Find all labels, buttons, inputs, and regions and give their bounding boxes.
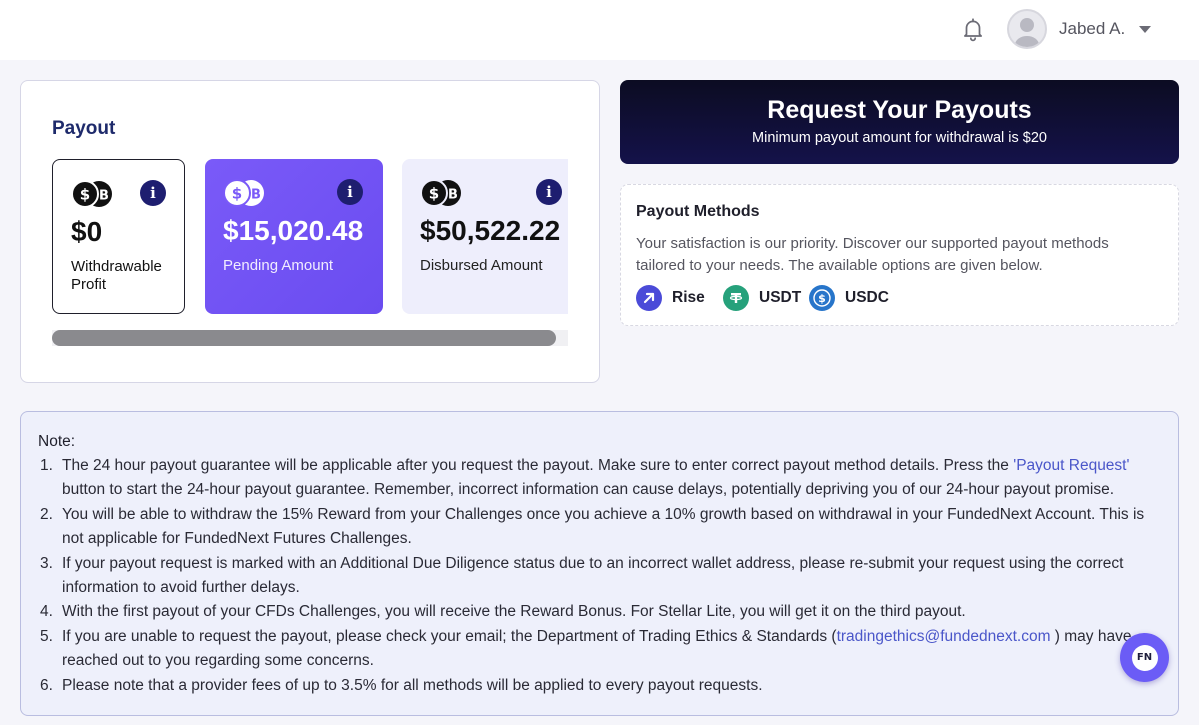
svg-text:$: $ [818, 292, 826, 305]
note-item: 1. The 24 hour payout guarantee will be … [40, 457, 1130, 499]
method-rise[interactable]: Rise [636, 285, 705, 311]
note-item: 5. If you are unable to request the payo… [40, 627, 1132, 670]
pending-amount-card: $ B i $15,020.48 Pending Amount [205, 159, 383, 314]
svg-text:B: B [448, 188, 458, 203]
payout-methods-card: Payout Methods Your satisfaction is our … [620, 184, 1179, 326]
payout-request-link[interactable]: 'Payout Request' [1013, 457, 1129, 474]
notes-list: 1. The 24 hour payout guarantee will be … [38, 454, 1163, 698]
disbursed-amount-value: $50,522.22 [420, 215, 561, 246]
disbursed-amount-card: $ B i $50,522.22 Disbursed Amount [402, 159, 568, 314]
pending-amount-value: $15,020.48 [223, 215, 364, 246]
top-bar: Jabed A. [0, 0, 1199, 60]
notes-title: Note: [38, 433, 76, 450]
scrollbar-thumb[interactable] [52, 330, 556, 346]
user-menu[interactable]: Jabed A. [1007, 9, 1152, 49]
svg-text:$: $ [429, 185, 439, 203]
chat-widget-button[interactable]: FN [1120, 633, 1169, 682]
info-icon[interactable]: i [337, 179, 363, 205]
request-payouts-banner: Request Your Payouts Minimum payout amou… [620, 80, 1179, 164]
svg-text:$: $ [232, 185, 242, 203]
note-item: 6. Please note that a provider fees of u… [40, 676, 763, 694]
payout-title: Payout [52, 118, 116, 139]
withdrawable-profit-card: $ B i $0 Withdrawable Profit [52, 159, 185, 314]
note-item: 3. If your payout request is marked with… [40, 554, 1124, 597]
method-usdt[interactable]: USDT [723, 285, 801, 311]
request-subtitle: Minimum payout amount for withdrawal is … [752, 130, 1047, 146]
withdrawable-profit-value: $0 [71, 216, 103, 247]
request-title: Request Your Payouts [767, 96, 1032, 124]
user-avatar[interactable] [1007, 9, 1047, 49]
pending-amount-label: Pending Amount [223, 257, 334, 274]
method-label: Rise [672, 289, 705, 306]
payout-methods-title: Payout Methods [636, 203, 760, 220]
note-item: 2. You will be able to withdraw the 15% … [40, 505, 1145, 548]
note-item: 4. With the first payout of your CFDs Ch… [40, 603, 966, 621]
svg-text:B: B [99, 189, 109, 204]
coins-icon: $ B [71, 180, 112, 208]
method-label: USDC [845, 289, 889, 306]
withdrawable-profit-label: Withdrawable Profit [71, 258, 162, 293]
usdc-icon: $ [809, 285, 835, 311]
tether-icon [723, 285, 749, 311]
horizontal-scrollbar[interactable] [52, 330, 568, 346]
payout-card: Payout $ B i $0 Withdrawable Profit $ B … [20, 80, 600, 383]
svg-text:$: $ [80, 186, 90, 204]
method-usdc[interactable]: $ USDC [809, 285, 889, 311]
caret-down-icon[interactable] [1139, 25, 1152, 33]
coins-icon: $ B [223, 179, 264, 207]
notes-panel: Note: 1. The 24 hour payout guarantee wi… [20, 411, 1179, 716]
info-icon[interactable]: i [536, 179, 562, 205]
disbursed-amount-label: Disbursed Amount [420, 257, 543, 274]
svg-text:B: B [251, 188, 261, 203]
coins-icon: $ B [420, 179, 461, 207]
payout-stats: $ B i $0 Withdrawable Profit $ B i $15,0… [52, 159, 568, 315]
payout-methods-description: Your satisfaction is our priority. Disco… [636, 235, 1109, 274]
user-name: Jabed A. [1059, 19, 1126, 38]
chat-widget-icon: FN [1131, 644, 1158, 671]
bell-icon[interactable] [960, 16, 986, 42]
rise-icon [636, 285, 662, 311]
info-icon[interactable]: i [140, 180, 166, 206]
method-label: USDT [759, 289, 802, 306]
email-link[interactable]: tradingethics@fundednext.com [837, 628, 1051, 645]
